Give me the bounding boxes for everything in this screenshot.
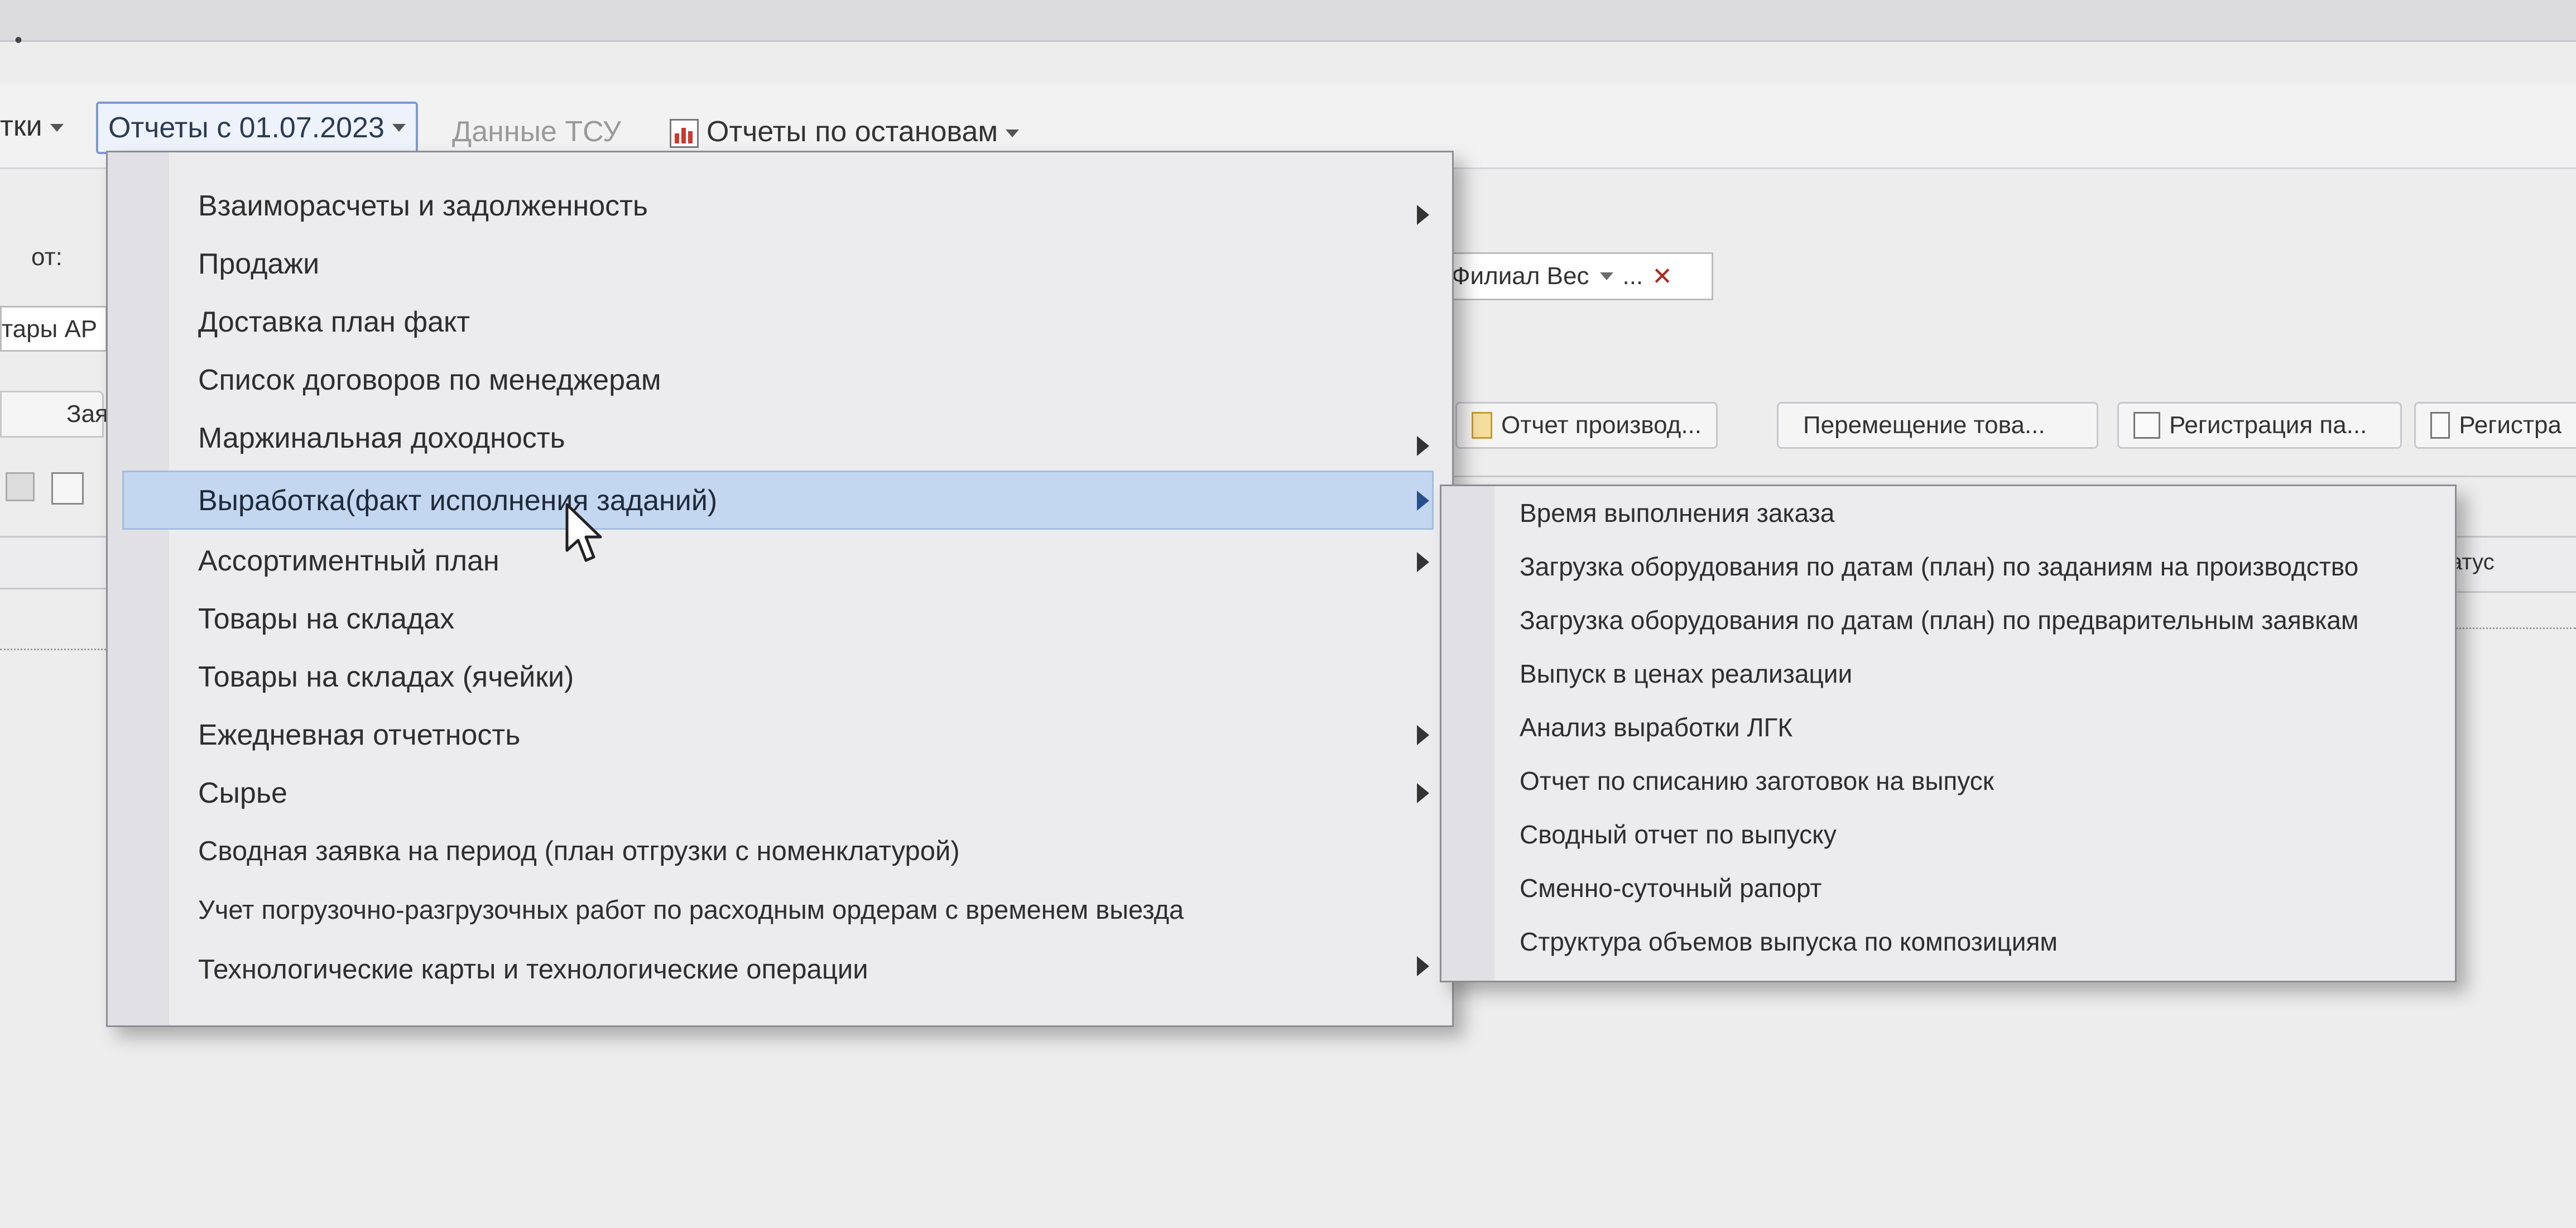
production-report-label: Отчет производ...: [1501, 411, 1702, 439]
toolbar-icon[interactable]: [6, 472, 35, 501]
stops-reports-menu[interactable]: Отчеты по остановам: [670, 115, 1020, 148]
goods-field[interactable]: тары АР: [0, 306, 107, 352]
stops-reports-label: Отчеты по остановам: [707, 116, 998, 148]
submenu-arrow-icon: [1417, 205, 1429, 225]
menu-item-assortment-plan[interactable]: Ассортиментный план: [198, 531, 499, 591]
menu-item-tech-cards[interactable]: Технологические карты и технологические …: [198, 939, 868, 1000]
branch-select-button[interactable]: ...: [1622, 262, 1643, 290]
folder-icon: [1472, 412, 1493, 439]
submenu-arrow-icon: [1417, 783, 1429, 803]
submenu-item-shift-report[interactable]: Сменно-суточный рапорт: [1520, 861, 1822, 915]
chevron-down-icon: [50, 124, 64, 132]
tab-requests[interactable]: Зая: [0, 391, 108, 438]
goods-field-value: тары АР: [2, 315, 98, 343]
menu-item-delivery-plan-fact[interactable]: Доставка план факт: [198, 292, 470, 352]
document-icon: [2133, 412, 2160, 439]
branch-value: Филиал Вес: [1452, 262, 1589, 290]
submenu-arrow-icon: [1417, 725, 1429, 745]
menu-item-daily-reports[interactable]: Ежедневная отчетность: [198, 705, 520, 765]
panel-divider: [1445, 476, 2576, 477]
submenu-item-output-summary[interactable]: Сводный отчет по выпуску: [1520, 808, 1837, 861]
list-header: [0, 536, 106, 589]
submenu-arrow-icon: [1417, 552, 1429, 572]
submenu-item-output-structure[interactable]: Структура объемов выпуска по композициям: [1520, 915, 2058, 968]
menu-item-settlements[interactable]: Взаиморасчеты и задолженность: [198, 176, 648, 236]
menu-item-sales[interactable]: Продажи: [198, 234, 319, 294]
submenu-item-equipment-load-requests[interactable]: Загрузка оборудования по датам (план) по…: [1520, 593, 2359, 647]
submenu-arrow-icon: [1417, 436, 1429, 456]
menu-item-loading-works[interactable]: Учет погрузочно-разгрузочных работ по ра…: [198, 879, 1184, 939]
registration-label-2: Регистра: [2459, 411, 2561, 439]
submenu-item-lgk-analysis[interactable]: Анализ выработки ЛГК: [1520, 701, 1792, 754]
menu-item-raw-materials[interactable]: Сырье: [198, 763, 287, 823]
gear-icon: [2430, 412, 2450, 439]
toolbar-menu-truncated-label: тки: [0, 110, 42, 142]
production-report-button[interactable]: Отчет производ...: [1455, 402, 1718, 449]
output-submenu: Время выполнения заказа Загрузка оборудо…: [1440, 485, 2457, 982]
registration-button-2[interactable]: Регистра: [2414, 402, 2576, 449]
submenu-item-equipment-load-tasks[interactable]: Загрузка оборудования по датам (план) по…: [1520, 540, 2358, 593]
menu-item-output-fact[interactable]: Выработка(факт исполнения заданий): [198, 471, 717, 531]
chevron-down-icon: [1006, 129, 1020, 138]
goods-transfer-button[interactable]: Перемещение това...: [1777, 402, 2098, 449]
menu-item-warehouse-cells[interactable]: Товары на складах (ячейки): [198, 647, 574, 707]
menu-icon-gutter: [1441, 486, 1494, 981]
filter-icon[interactable]: [51, 472, 84, 505]
menu-icon-gutter: [108, 152, 169, 1025]
tab-requests-label: Зая: [66, 400, 108, 428]
branch-field[interactable]: Филиал Вес ... ✕: [1445, 252, 1713, 300]
menu-item-contracts-by-manager[interactable]: Список договоров по менеджерам: [198, 350, 661, 410]
submenu-item-output-sale-prices[interactable]: Выпуск в ценах реализации: [1520, 647, 1852, 701]
window-titlebar: [0, 0, 2576, 42]
submenu-arrow-icon: [1417, 956, 1429, 976]
reports-dropdown-menu: Взаиморасчеты и задолженность Продажи До…: [106, 151, 1454, 1027]
menu-item-margin-income[interactable]: Маржинальная доходность: [198, 408, 565, 468]
submenu-item-blanks-writeoff[interactable]: Отчет по списанию заготовок на выпуск: [1520, 754, 1994, 808]
menu-item-summary-request[interactable]: Сводная заявка на период (план отгрузки …: [198, 821, 960, 881]
submenu-item-order-time[interactable]: Время выполнения заказа: [1520, 486, 1834, 540]
mouse-cursor-icon: [565, 503, 602, 562]
menu-item-warehouse-goods[interactable]: Товары на складах: [198, 589, 454, 649]
chevron-down-icon: [392, 124, 406, 132]
toolbar-menu-truncated[interactable]: тки: [0, 109, 64, 143]
registration-button[interactable]: Регистрация па...: [2117, 402, 2402, 449]
chevron-down-icon[interactable]: [1600, 272, 1614, 280]
list-row-divider: [2455, 627, 2576, 629]
list-toolbar-fragment: [0, 464, 104, 509]
from-label: от:: [31, 243, 63, 271]
goods-transfer-label: Перемещение това...: [1803, 411, 2045, 439]
registration-label: Регистрация па...: [2169, 411, 2367, 439]
submenu-arrow-icon: [1417, 491, 1429, 511]
tsu-data-link[interactable]: Данные ТСУ: [452, 115, 621, 148]
clear-icon[interactable]: ✕: [1652, 262, 1673, 291]
list-row-divider: [0, 649, 106, 650]
reports-menu-label: Отчеты с 01.07.2023: [108, 112, 385, 144]
report-chart-icon: [670, 119, 699, 148]
title-fragment: •: [15, 28, 23, 52]
reports-menu-button[interactable]: Отчеты с 01.07.2023: [96, 102, 418, 154]
